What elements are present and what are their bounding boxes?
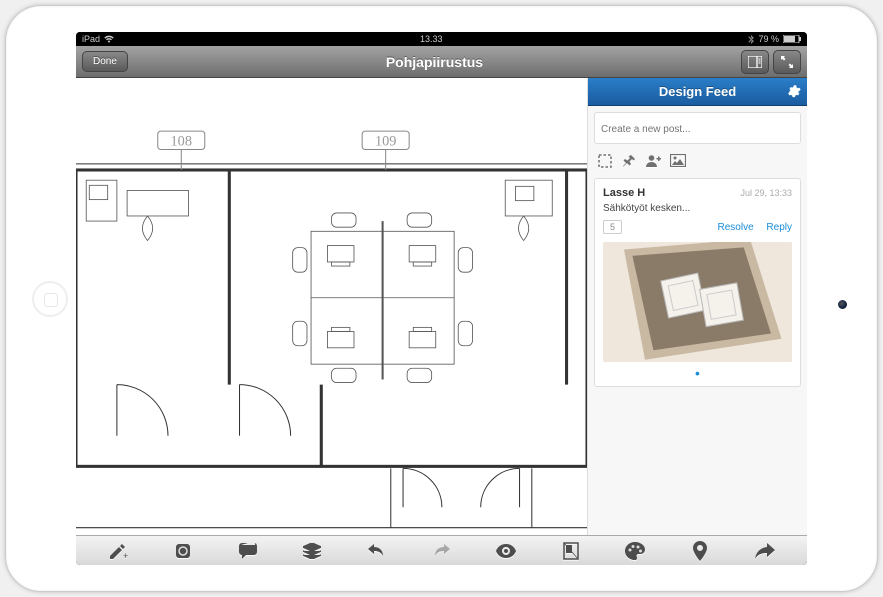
compose-input[interactable] xyxy=(601,124,794,135)
photo-thumbnail xyxy=(603,242,792,362)
resolve-link[interactable]: Resolve xyxy=(718,222,754,233)
layers-icon xyxy=(303,543,321,559)
sheet-icon xyxy=(563,542,579,560)
mention-button[interactable] xyxy=(646,154,660,168)
share-button[interactable] xyxy=(754,541,776,561)
bottom-toolbar: + xyxy=(76,535,807,565)
redo-button xyxy=(430,541,452,561)
carrier-label: iPad xyxy=(82,34,100,44)
pagination-dot: • xyxy=(603,368,792,378)
reply-link[interactable]: Reply xyxy=(766,222,792,233)
target-square-icon xyxy=(174,542,192,560)
gear-icon xyxy=(786,84,801,99)
redo-icon xyxy=(432,544,450,558)
undo-icon xyxy=(368,544,386,558)
settings-button[interactable] xyxy=(786,84,801,102)
post-count-badge[interactable]: 5 xyxy=(603,220,622,234)
floorplan-svg: 108 109 xyxy=(76,78,587,535)
home-button[interactable] xyxy=(32,281,68,317)
post-author: Lasse H xyxy=(603,187,645,199)
layers-button[interactable] xyxy=(301,541,323,561)
feed-post: Lasse H Jul 29, 13:33 Sähkötyöt kesken..… xyxy=(594,178,801,387)
palette-icon xyxy=(625,542,645,560)
pin-button[interactable] xyxy=(622,154,636,168)
design-feed-header: Design Feed xyxy=(588,78,807,106)
markup-button[interactable]: + xyxy=(107,541,129,561)
design-feed-title: Design Feed xyxy=(659,84,736,99)
pushpin-icon xyxy=(622,154,636,168)
pin-icon xyxy=(693,541,707,561)
floorplan-canvas[interactable]: 108 109 xyxy=(76,78,587,535)
attach-image-button[interactable] xyxy=(670,154,684,168)
navbar: Done Pohjapiirustus xyxy=(76,46,807,78)
location-button[interactable] xyxy=(689,541,711,561)
select-area-button[interactable] xyxy=(598,154,612,168)
expand-icon xyxy=(781,56,793,68)
color-button[interactable] xyxy=(624,541,646,561)
paper-button[interactable] xyxy=(560,541,582,561)
content: 108 109 Design Feed xyxy=(76,78,807,535)
camera xyxy=(838,300,847,309)
svg-text:+: + xyxy=(123,551,128,560)
clock-label: 13.33 xyxy=(420,34,443,44)
room-label-109: 109 xyxy=(375,133,396,149)
fullscreen-button[interactable] xyxy=(773,50,801,74)
screen: iPad 13.33 79 % Done Pohjapiirustus xyxy=(76,32,807,565)
share-icon xyxy=(755,543,775,559)
room-label-108: 108 xyxy=(171,133,192,149)
marquee-icon xyxy=(598,154,612,168)
undo-button[interactable] xyxy=(366,541,388,561)
visibility-button[interactable] xyxy=(495,541,517,561)
battery-label: 79 % xyxy=(758,34,779,44)
eye-icon xyxy=(496,544,516,558)
compose-tools xyxy=(588,150,807,174)
pencil-add-icon: + xyxy=(108,542,128,560)
person-add-icon xyxy=(646,154,662,168)
statusbar: iPad 13.33 79 % xyxy=(76,32,807,46)
page-title: Pohjapiirustus xyxy=(386,54,483,70)
panel-toggle-button[interactable] xyxy=(741,50,769,74)
compose-box[interactable] xyxy=(594,112,801,144)
object-snap-button[interactable] xyxy=(172,541,194,561)
comment-button[interactable] xyxy=(237,541,259,561)
design-feed-panel: Design Feed xyxy=(587,78,807,535)
panel-icon xyxy=(748,56,762,68)
post-date: Jul 29, 13:33 xyxy=(740,188,792,198)
wifi-icon xyxy=(104,35,114,43)
post-attachment-image[interactable] xyxy=(603,242,792,362)
done-button[interactable]: Done xyxy=(82,51,128,72)
comment-icon xyxy=(239,543,257,559)
image-icon xyxy=(670,154,686,167)
battery-icon xyxy=(783,35,801,43)
bluetooth-icon xyxy=(748,35,754,44)
ipad-frame: iPad 13.33 79 % Done Pohjapiirustus xyxy=(5,5,878,592)
post-body: Sähkötyöt kesken... xyxy=(603,203,792,214)
